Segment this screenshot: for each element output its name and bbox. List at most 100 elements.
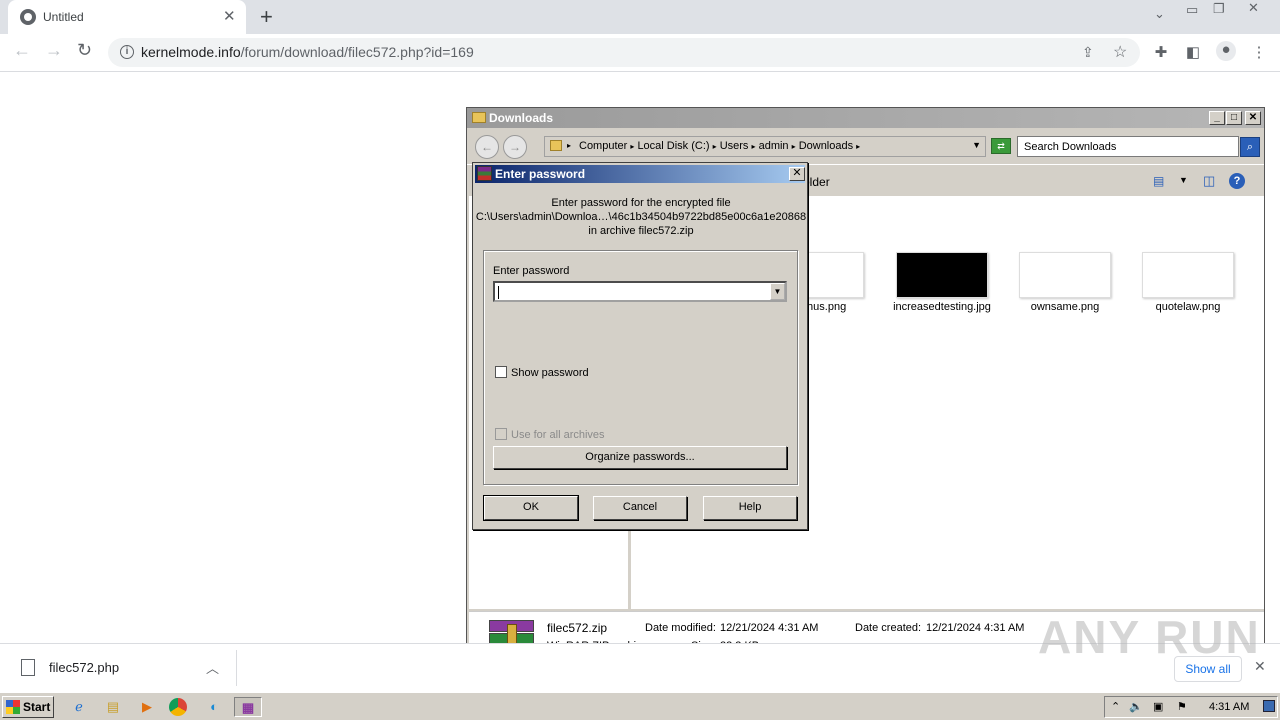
- cancel-button[interactable]: Cancel: [593, 496, 687, 520]
- crumb-local-disk[interactable]: Local Disk (C:): [637, 140, 709, 152]
- restore-icon[interactable]: ❐: [1213, 1, 1225, 17]
- explorer-address-row: ← → ▸ Computer ▸ Local Disk (C:) ▸ Users…: [467, 128, 1264, 164]
- search-icon[interactable]: ⌕: [1240, 137, 1260, 157]
- chrome-icon[interactable]: [169, 698, 187, 716]
- file-thumb[interactable]: [1019, 252, 1111, 298]
- help-button[interactable]: Help: [703, 496, 797, 520]
- tab-strip: Untitled ✕ + ⌄ ▭ ❐ ✕: [0, 0, 1280, 34]
- system-tray: ⌃ 🔈 ▣ ⚑ 4:31 AM: [1104, 696, 1278, 718]
- password-group: Enter password ▼ Show password Use for a…: [483, 250, 798, 485]
- tray-expand-icon[interactable]: ⌃: [1111, 700, 1120, 713]
- new-tab-button[interactable]: +: [260, 4, 273, 30]
- file-thumb[interactable]: [896, 252, 988, 298]
- close-window-icon[interactable]: ✕: [1248, 0, 1259, 16]
- browser-toolbar: ← → ↻ i kernelmode.info/forum/download/f…: [0, 34, 1280, 72]
- detail-modified-value: 12/21/2024 4:31 AM: [720, 622, 819, 634]
- organize-passwords-button[interactable]: Organize passwords...: [493, 446, 787, 469]
- crumb-downloads[interactable]: Downloads: [799, 140, 853, 152]
- ok-button[interactable]: OK: [483, 495, 579, 521]
- anyrun-watermark: ANY RUN: [1038, 611, 1261, 663]
- dialog-message-line1: Enter password for the encrypted file: [551, 197, 731, 209]
- explorer-title: Downloads: [489, 111, 554, 125]
- crumb-computer[interactable]: Computer: [579, 140, 627, 152]
- start-label: Start: [23, 700, 51, 714]
- folder-icon: [550, 140, 562, 151]
- dialog-message-archive: in archive filec572.zip: [588, 225, 694, 237]
- side-panel-icon[interactable]: ◧: [1184, 43, 1202, 61]
- address-bar[interactable]: i kernelmode.info/forum/download/filec57…: [108, 38, 1140, 67]
- address-dropdown-icon[interactable]: ▼: [972, 140, 981, 150]
- dialog-message-path: C:\Users\admin\Downloa…\46c1b34504b9722b…: [475, 211, 807, 223]
- help-icon[interactable]: ?: [1229, 173, 1245, 189]
- detail-modified-label: Date modified:: [645, 622, 716, 634]
- ie-icon[interactable]: ℯ: [68, 697, 90, 717]
- crumb-users[interactable]: Users: [720, 140, 749, 152]
- minimize-icon[interactable]: ▭: [1186, 2, 1198, 18]
- edge-icon[interactable]: ◐: [203, 697, 225, 717]
- tab-close-icon[interactable]: ✕: [223, 7, 236, 25]
- explorer-breadcrumb[interactable]: ▸ Computer ▸ Local Disk (C:) ▸ Users ▸ a…: [544, 136, 986, 157]
- explorer-folder-icon[interactable]: ▤: [102, 697, 124, 717]
- close-button[interactable]: ✕: [1245, 111, 1261, 125]
- password-input[interactable]: ▼: [493, 281, 787, 302]
- minimize-button[interactable]: _: [1209, 111, 1225, 125]
- menu-kebab-icon[interactable]: ⋮: [1250, 43, 1268, 61]
- file-name[interactable]: increasedtesting.jpg: [887, 301, 997, 314]
- show-desktop-icon[interactable]: [1263, 700, 1275, 712]
- file-name[interactable]: quotelaw.png: [1133, 301, 1243, 314]
- preview-pane-icon[interactable]: ◫: [1203, 173, 1215, 189]
- dialog-title: Enter password: [495, 167, 586, 181]
- refresh-icon[interactable]: ⇄: [991, 138, 1011, 154]
- tab-title: Untitled: [43, 10, 84, 24]
- media-player-icon[interactable]: ▶: [136, 697, 158, 717]
- back-icon[interactable]: ←: [13, 40, 31, 61]
- taskbar: Start ℯ ▤ ▶ ◐ ▦ ⌃ 🔈 ▣ ⚑ 4:31 AM: [0, 692, 1280, 720]
- winrar-taskbar-icon[interactable]: ▦: [234, 697, 262, 717]
- chevron-up-icon[interactable]: ︿: [206, 658, 219, 677]
- action-center-flag-icon[interactable]: ⚑: [1177, 700, 1187, 713]
- dialog-close-button[interactable]: ✕: [789, 167, 805, 181]
- show-password-checkbox[interactable]: [495, 366, 507, 378]
- password-dialog: Enter password ✕ Enter password for the …: [472, 162, 808, 530]
- bookmark-star-icon[interactable]: ☆: [1113, 42, 1127, 62]
- password-history-dropdown-icon[interactable]: ▼: [770, 283, 785, 300]
- extensions-icon[interactable]: ✚: [1152, 43, 1170, 61]
- download-item[interactable]: filec572.php: [49, 660, 119, 675]
- explorer-titlebar[interactable]: Downloads _ □ ✕: [467, 108, 1264, 128]
- use-all-archives-checkbox: [495, 428, 507, 440]
- file-icon: [21, 659, 35, 676]
- windows-logo-icon: [6, 700, 20, 714]
- clock[interactable]: 4:31 AM: [1209, 701, 1249, 713]
- search-input[interactable]: Search Downloads: [1017, 136, 1239, 157]
- file-name[interactable]: ownsame.png: [1010, 301, 1120, 314]
- shelf-divider: [236, 650, 237, 686]
- url-text: kernelmode.info/forum/download/filec572.…: [141, 44, 474, 60]
- winrar-icon: [477, 166, 492, 181]
- maximize-button[interactable]: □: [1226, 111, 1242, 125]
- dialog-titlebar[interactable]: Enter password ✕: [475, 165, 805, 183]
- profile-avatar-icon[interactable]: ●: [1216, 41, 1236, 61]
- forward-circle-icon[interactable]: →: [503, 135, 527, 159]
- crumb-admin[interactable]: admin: [759, 140, 789, 152]
- file-thumb[interactable]: [1142, 252, 1234, 298]
- crumb-arrow-icon: ▸: [567, 141, 572, 150]
- breadcrumb-path: Computer ▸ Local Disk (C:) ▸ Users ▸ adm…: [579, 140, 861, 152]
- volume-icon[interactable]: 🔈: [1129, 700, 1143, 713]
- network-icon[interactable]: ▣: [1153, 700, 1163, 713]
- views-icon[interactable]: ▤: [1153, 174, 1164, 188]
- tab-search-icon[interactable]: ⌄: [1154, 6, 1165, 22]
- site-info-icon[interactable]: i: [120, 45, 134, 59]
- search-placeholder: Search Downloads: [1024, 141, 1117, 153]
- forward-icon[interactable]: →: [45, 40, 63, 61]
- views-dropdown-icon[interactable]: ▼: [1179, 175, 1188, 185]
- back-circle-icon[interactable]: ←: [475, 135, 499, 159]
- share-icon[interactable]: ⇪: [1082, 44, 1094, 61]
- tab-untitled[interactable]: Untitled ✕: [8, 0, 246, 34]
- detail-created-label: Date created:: [855, 622, 922, 634]
- text-caret: [498, 286, 499, 299]
- reload-icon[interactable]: ↻: [77, 40, 92, 61]
- detail-created-value: 12/21/2024 4:31 AM: [926, 622, 1025, 634]
- start-button[interactable]: Start: [2, 696, 54, 718]
- globe-icon: [20, 9, 36, 25]
- show-password-label[interactable]: Show password: [511, 367, 589, 379]
